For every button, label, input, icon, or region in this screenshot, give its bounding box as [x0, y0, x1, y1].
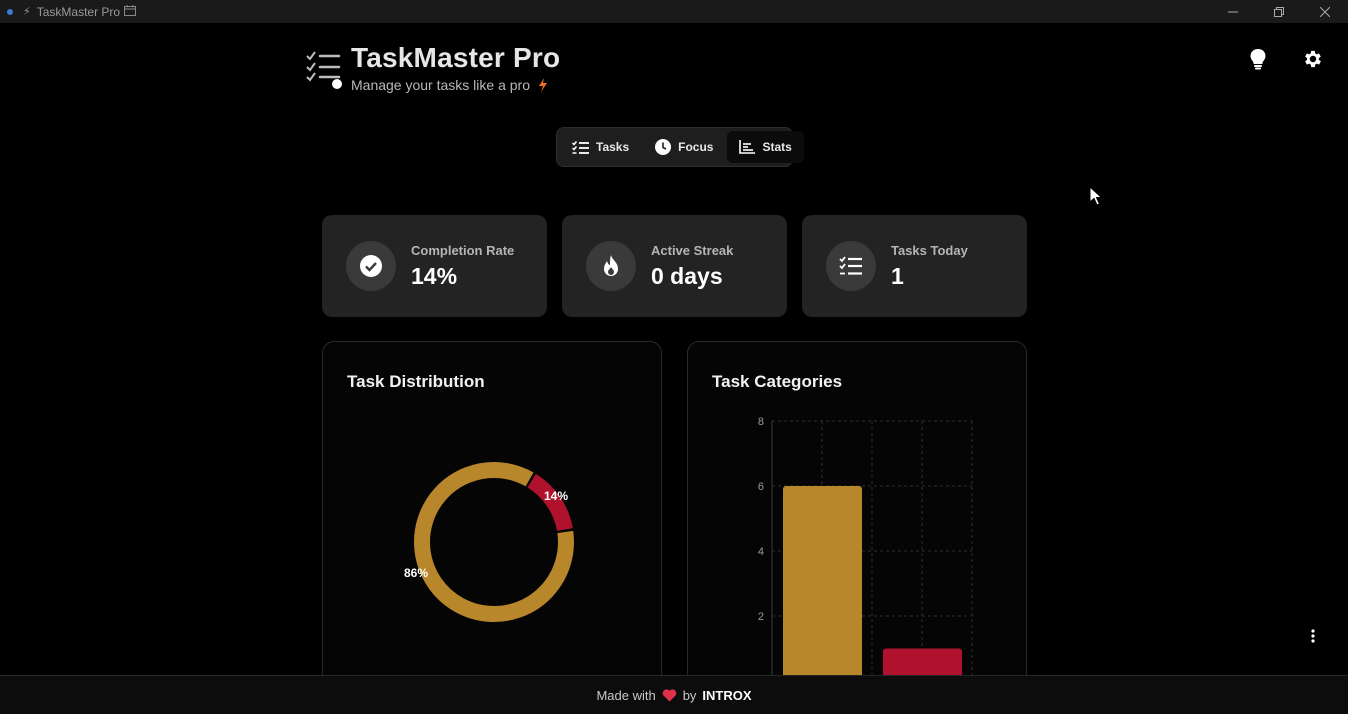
- tab-tasks[interactable]: Tasks: [560, 131, 641, 163]
- tab-focus[interactable]: Focus: [643, 131, 725, 163]
- lightbulb-icon[interactable]: [1241, 42, 1275, 76]
- donut-slice-label: 14%: [544, 489, 568, 503]
- checklist-icon: [826, 241, 876, 291]
- stat-card-tasks-today: Tasks Today 1: [802, 215, 1027, 317]
- view-tabs: Tasks Focus Stats: [556, 127, 804, 167]
- app-subtitle: Manage your tasks like a pro: [351, 77, 548, 93]
- distribution-donut-chart: 86% 14%: [404, 462, 574, 622]
- categories-bar-chart: 2 4 6 8: [758, 416, 973, 701]
- chart-icon: [739, 140, 756, 154]
- app-subtitle-text: Manage your tasks like a pro: [351, 77, 530, 93]
- y-tick-label: 6: [758, 481, 764, 493]
- footer-author: INTROX: [702, 687, 752, 703]
- tab-stats-label: Stats: [762, 140, 792, 154]
- heart-icon: [662, 688, 676, 701]
- footer-by: by: [682, 687, 697, 703]
- stat-value: 0 days: [651, 263, 723, 289]
- checklist-icon: [572, 140, 589, 154]
- more-options-icon[interactable]: [1305, 626, 1321, 646]
- tab-tasks-label: Tasks: [596, 140, 630, 154]
- window-title: TaskMaster Pro: [36, 4, 121, 19]
- restore-button[interactable]: [1256, 0, 1302, 23]
- y-tick-label: 8: [758, 416, 764, 428]
- task-categories-card: Task Categories 2468: [687, 341, 1027, 701]
- footer: Made with by INTROX: [0, 675, 1348, 714]
- bolt-icon: [538, 78, 547, 92]
- fire-icon: [586, 241, 636, 291]
- task-distribution-card: Task Distribution 86% 14%: [322, 341, 662, 701]
- stat-card-completion-rate: Completion Rate 14%: [322, 215, 547, 317]
- app-favicon-icon: [7, 8, 13, 15]
- stat-value: 14%: [411, 263, 458, 289]
- tab-focus-label: Focus: [678, 140, 714, 154]
- y-tick-label: 4: [758, 546, 764, 558]
- donut-slice-label: 86%: [404, 566, 428, 580]
- stat-card-active-streak: Active Streak 0 days: [562, 215, 787, 317]
- check-circle-icon: [346, 241, 396, 291]
- close-button[interactable]: [1302, 0, 1348, 23]
- app-title: TaskMaster Pro: [351, 42, 561, 73]
- bolt-icon: ⚡: [23, 6, 31, 18]
- stat-label: Tasks Today: [891, 243, 968, 258]
- window-titlebar: ⚡ TaskMaster Pro: [0, 0, 1348, 23]
- gear-icon[interactable]: [1296, 42, 1330, 76]
- mouse-cursor-icon: [1089, 185, 1103, 211]
- minimize-button[interactable]: [1210, 0, 1256, 23]
- category-bar[interactable]: [783, 486, 862, 701]
- clock-icon: [655, 139, 672, 155]
- calendar-icon: [124, 4, 137, 19]
- stat-label: Active Streak: [651, 243, 734, 258]
- y-tick-label: 2: [758, 611, 764, 623]
- tab-stats[interactable]: Stats: [727, 131, 804, 163]
- footer-made-with: Made with: [596, 687, 656, 703]
- stat-value: 1: [891, 263, 904, 289]
- stat-label: Completion Rate: [411, 243, 515, 258]
- app-logo-icon: [305, 48, 345, 90]
